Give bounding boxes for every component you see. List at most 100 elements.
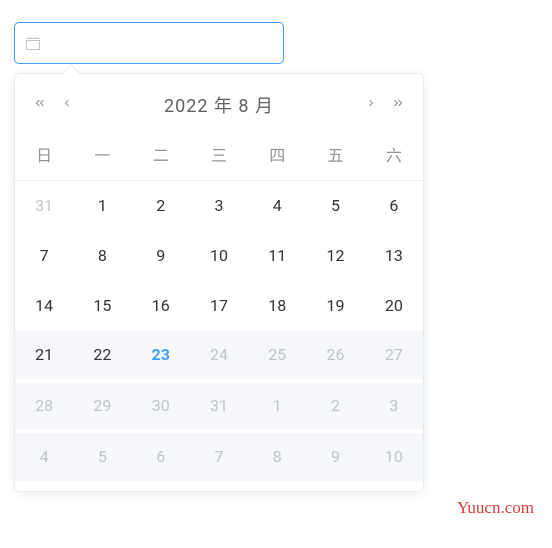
day-number: 6: [144, 440, 178, 474]
day-cell[interactable]: 1: [248, 381, 306, 431]
day-number: 1: [85, 189, 119, 223]
day-cell[interactable]: 8: [248, 431, 306, 481]
day-cell[interactable]: 6: [132, 431, 190, 481]
day-number: 1: [260, 389, 294, 423]
day-cell[interactable]: 31: [190, 381, 248, 431]
day-number: 21: [27, 338, 61, 372]
date-input-wrapper[interactable]: [14, 22, 284, 64]
day-cell[interactable]: 3: [365, 381, 423, 431]
day-cell[interactable]: 10: [190, 231, 248, 281]
day-number: 5: [85, 440, 119, 474]
day-number: 9: [319, 440, 353, 474]
day-cell[interactable]: 5: [73, 431, 131, 481]
weekday-header: 日: [15, 132, 73, 181]
day-cell[interactable]: 20: [365, 281, 423, 331]
day-number: 15: [85, 289, 119, 323]
day-cell[interactable]: 22: [73, 331, 131, 381]
weekday-header: 一: [73, 132, 131, 181]
nav-next-group: [365, 96, 405, 114]
day-cell[interactable]: 18: [248, 281, 306, 331]
day-cell[interactable]: 7: [15, 231, 73, 281]
day-number: 22: [85, 338, 119, 372]
day-number: 8: [85, 239, 119, 273]
day-cell[interactable]: 1: [73, 181, 131, 231]
day-number: 2: [319, 389, 353, 423]
day-cell[interactable]: 7: [190, 431, 248, 481]
day-cell[interactable]: 3: [190, 181, 248, 231]
day-cell[interactable]: 21: [15, 331, 73, 381]
day-cell[interactable]: 29: [73, 381, 131, 431]
day-number: 20: [377, 289, 411, 323]
day-cell[interactable]: 2: [306, 381, 364, 431]
day-cell[interactable]: 14: [15, 281, 73, 331]
day-number: 19: [319, 289, 353, 323]
day-number: 28: [27, 389, 61, 423]
day-cell[interactable]: 4: [15, 431, 73, 481]
day-number: 12: [319, 239, 353, 273]
day-number: 3: [377, 389, 411, 423]
calendar-icon: [25, 35, 41, 51]
day-cell[interactable]: 2: [132, 181, 190, 231]
day-cell[interactable]: 4: [248, 181, 306, 231]
day-number: 31: [27, 189, 61, 223]
day-number: 29: [85, 389, 119, 423]
day-cell[interactable]: 23: [132, 331, 190, 381]
calendar-header: 2022 年 8 月: [15, 84, 423, 126]
prev-year-button[interactable]: [33, 96, 47, 114]
day-number: 4: [27, 440, 61, 474]
day-number: 8: [260, 440, 294, 474]
weekday-header: 二: [132, 132, 190, 181]
day-cell[interactable]: 17: [190, 281, 248, 331]
day-number: 2: [144, 189, 178, 223]
day-cell[interactable]: 12: [306, 231, 364, 281]
day-number: 10: [377, 440, 411, 474]
prev-month-button[interactable]: [61, 97, 73, 113]
day-number: 6: [377, 189, 411, 223]
day-cell[interactable]: 31: [15, 181, 73, 231]
table-row: 789 1011 12 13: [15, 231, 423, 281]
weekday-header: 五: [306, 132, 364, 181]
day-cell[interactable]: 19: [306, 281, 364, 331]
day-number: 14: [27, 289, 61, 323]
day-number: 7: [27, 239, 61, 273]
day-cell[interactable]: 11: [248, 231, 306, 281]
day-number: 7: [202, 440, 236, 474]
table-row: 456789 10: [15, 431, 423, 481]
day-cell[interactable]: 15: [73, 281, 131, 331]
next-month-button[interactable]: [365, 97, 377, 113]
day-cell[interactable]: 16: [132, 281, 190, 331]
day-number: 3: [202, 189, 236, 223]
day-cell[interactable]: 30: [132, 381, 190, 431]
day-cell[interactable]: 6: [365, 181, 423, 231]
calendar-grid: 日一二三四五六 31123456789101112131415161718192…: [15, 132, 423, 481]
day-number: 30: [144, 389, 178, 423]
day-cell[interactable]: 9: [132, 231, 190, 281]
table-row: 28 29 30 31 123: [15, 381, 423, 431]
day-number: 24: [202, 338, 236, 372]
day-cell[interactable]: 8: [73, 231, 131, 281]
table-row: 21 22 23 24 25 26 27: [15, 331, 423, 381]
current-month-label[interactable]: 2022 年 8 月: [164, 92, 274, 118]
day-number: 26: [319, 338, 353, 372]
day-cell[interactable]: 24: [190, 331, 248, 381]
day-number: 17: [202, 289, 236, 323]
day-cell[interactable]: 13: [365, 231, 423, 281]
day-number: 9: [144, 239, 178, 273]
day-cell[interactable]: 25: [248, 331, 306, 381]
day-cell[interactable]: 10: [365, 431, 423, 481]
nav-prev-group: [33, 96, 73, 114]
day-number: 13: [377, 239, 411, 273]
day-cell[interactable]: 26: [306, 331, 364, 381]
day-number: 23: [144, 338, 178, 372]
day-cell[interactable]: 27: [365, 331, 423, 381]
day-number: 27: [377, 338, 411, 372]
day-cell[interactable]: 9: [306, 431, 364, 481]
weekday-header: 三: [190, 132, 248, 181]
day-number: 25: [260, 338, 294, 372]
table-row: 31 123456: [15, 181, 423, 231]
next-year-button[interactable]: [391, 96, 405, 114]
day-cell[interactable]: 28: [15, 381, 73, 431]
day-cell[interactable]: 5: [306, 181, 364, 231]
weekday-row: 日一二三四五六: [15, 132, 423, 181]
date-input[interactable]: [49, 35, 273, 52]
